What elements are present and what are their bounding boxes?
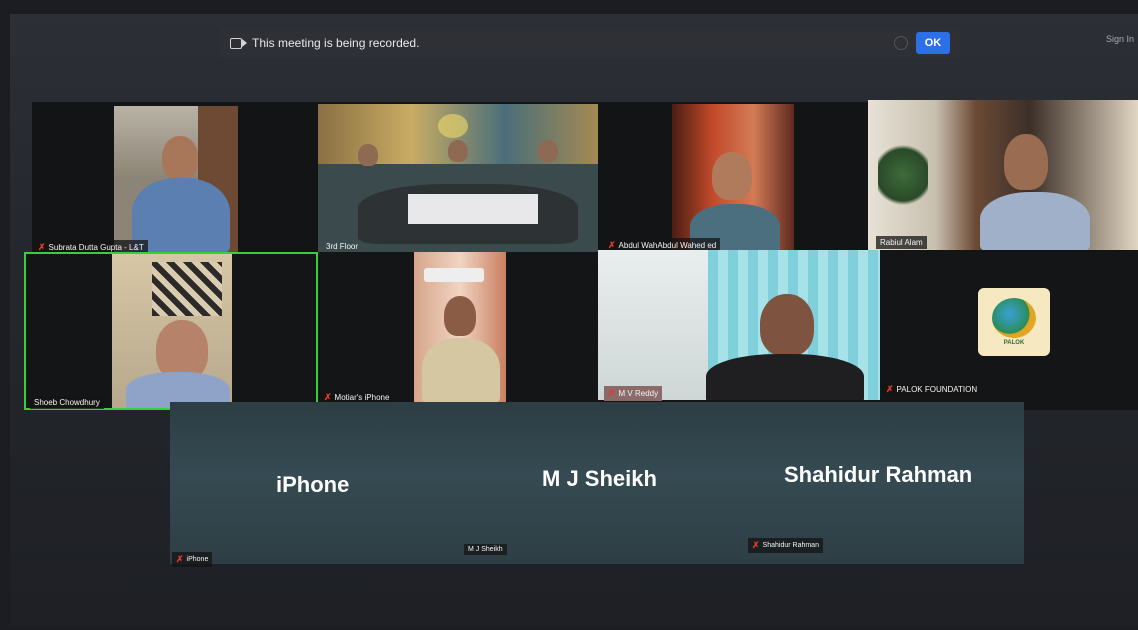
audio-participant-name[interactable]: Shahidur Rahman (784, 462, 972, 488)
audio-participant-tag: ✗ Shahidur Rahman (748, 538, 823, 553)
mic-muted-icon: ✗ (608, 388, 616, 398)
participant-name: Rabiul Alam (876, 236, 927, 249)
participant-tile-active-speaker[interactable] (24, 252, 318, 410)
participant-tile[interactable] (598, 250, 880, 400)
audio-participant-name[interactable]: M J Sheikh (542, 466, 657, 492)
participant-tile[interactable] (868, 100, 1138, 250)
participant-tile[interactable] (114, 106, 238, 252)
mic-muted-icon: ✗ (752, 540, 760, 550)
audio-participant-tag: M J Sheikh (464, 544, 507, 555)
participant-tile[interactable] (318, 104, 598, 252)
camera-icon (230, 37, 247, 49)
info-icon[interactable] (894, 36, 908, 50)
palok-foundation-logo: PALOK (978, 288, 1050, 356)
mic-muted-icon: ✗ (886, 384, 894, 394)
participant-name: Shoeb Chowdhury (30, 396, 104, 409)
recording-banner: This meeting is being recorded. OK (220, 28, 960, 58)
participant-name: ✗ PALOK FOUNDATION (882, 382, 982, 397)
audio-participant-tag: ✗ iPhone (172, 552, 213, 567)
recording-message: This meeting is being recorded. (252, 36, 420, 50)
participant-tile[interactable] (672, 104, 794, 252)
participant-tile[interactable] (414, 252, 506, 404)
signin-link[interactable]: Sign In (1106, 34, 1134, 44)
participant-name: ✗ M V Reddy (604, 386, 663, 401)
ok-button[interactable]: OK (916, 32, 950, 54)
mic-muted-icon: ✗ (176, 554, 184, 564)
audio-participant-name[interactable]: iPhone (276, 472, 349, 498)
